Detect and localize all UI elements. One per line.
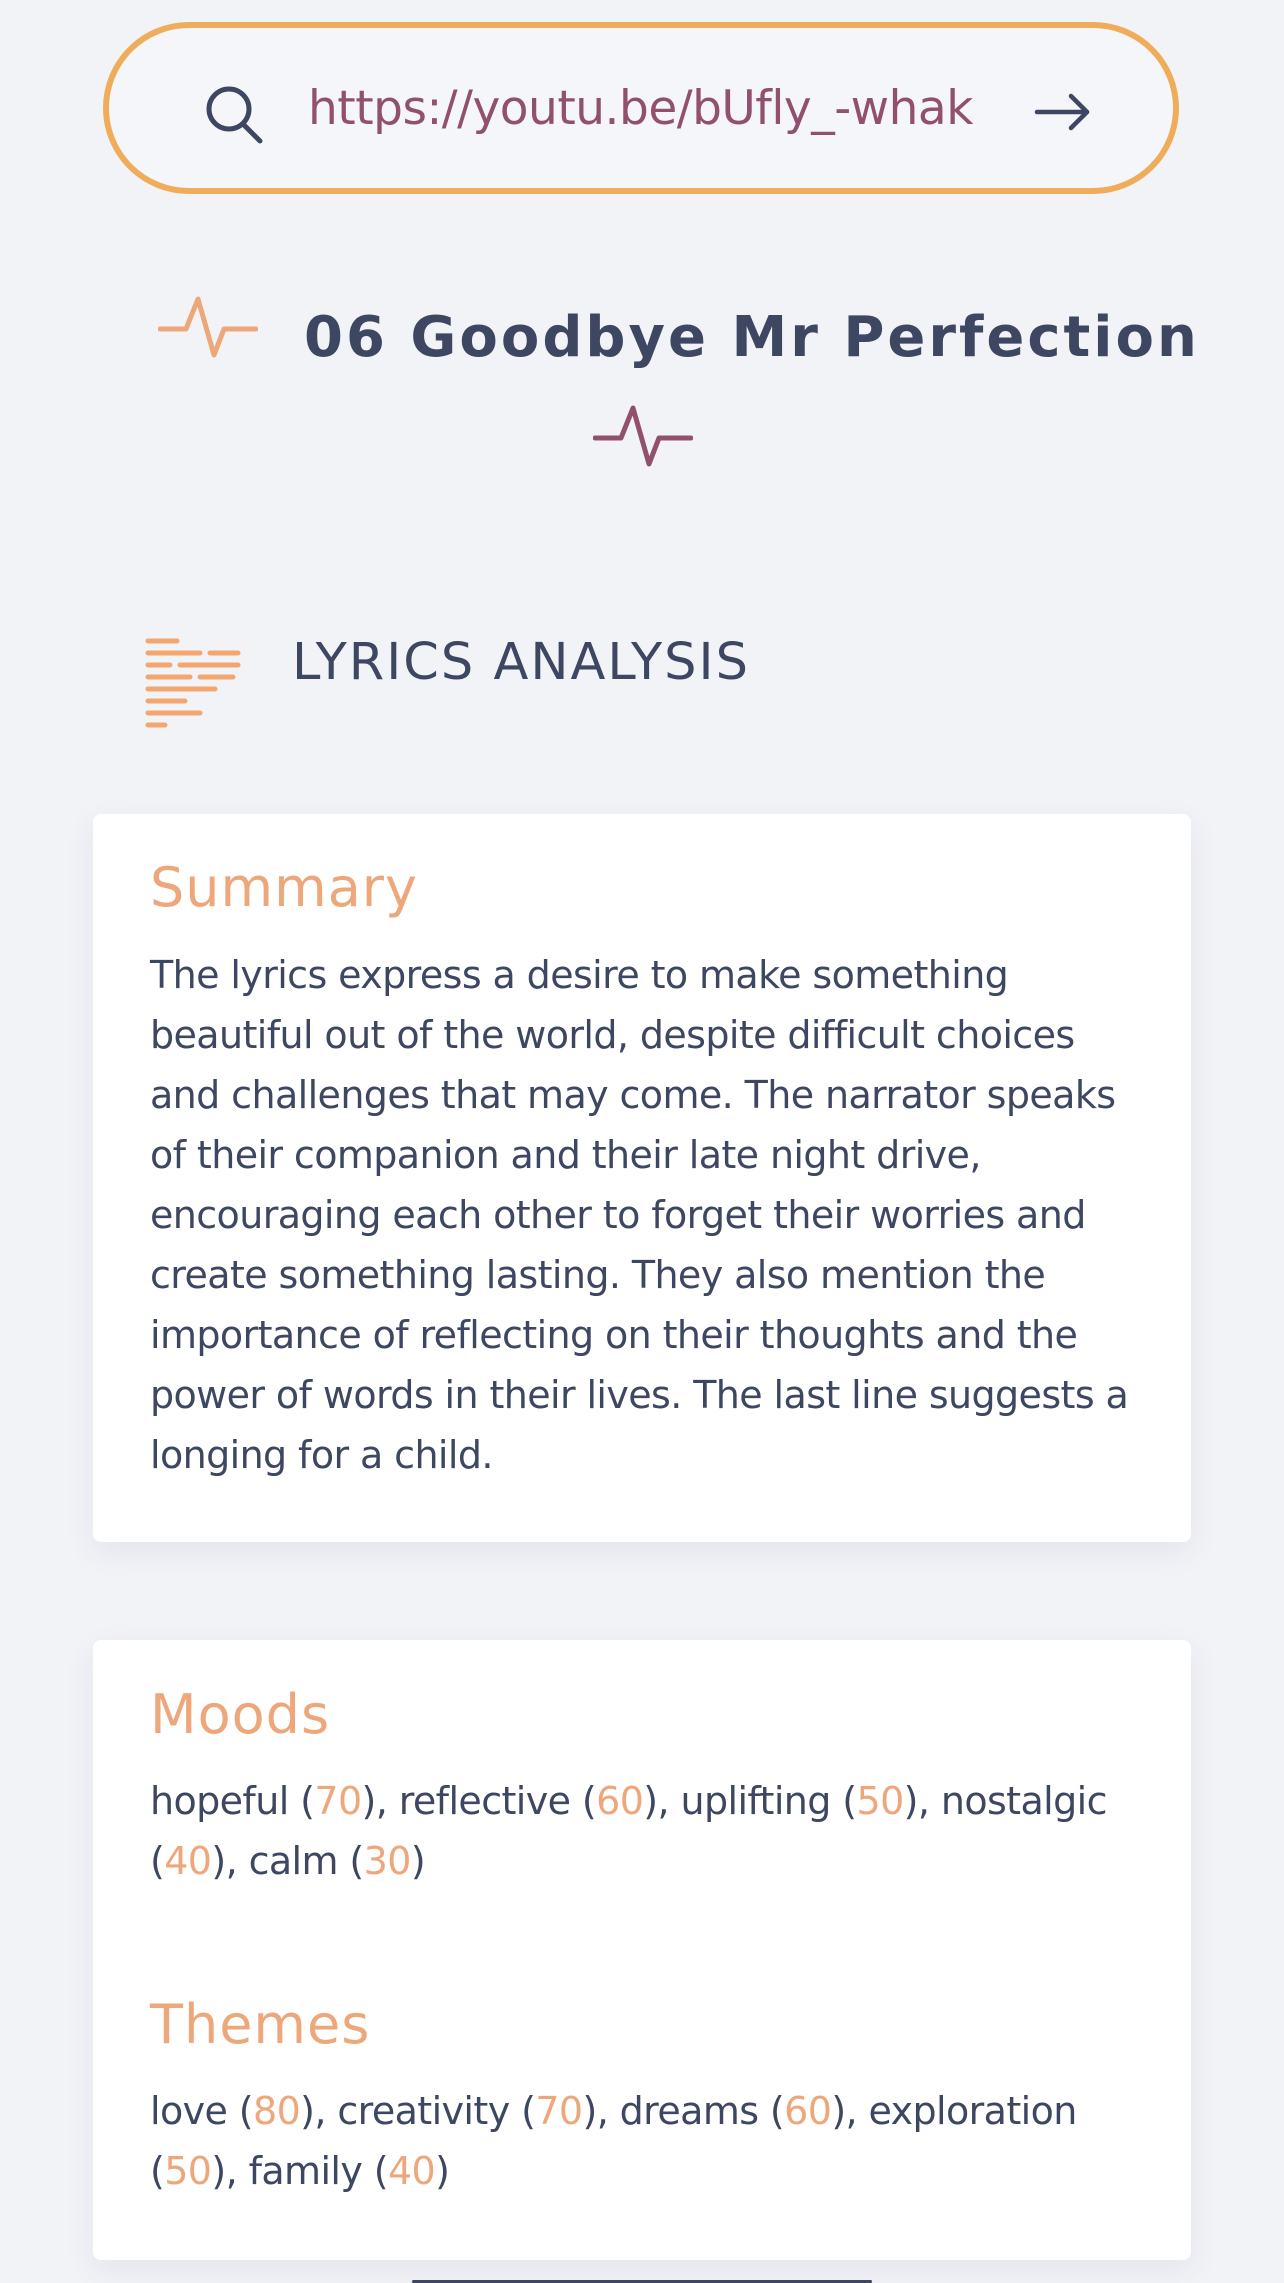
theme-item: creativity (70),: [337, 2089, 620, 2133]
mood-item: uplifting (50),: [680, 1779, 941, 1823]
pulse-icon: [158, 296, 258, 358]
theme-item: love (80),: [150, 2089, 338, 2133]
moods-heading: Moods: [150, 1683, 331, 1746]
mood-score: 40: [164, 1839, 212, 1883]
lyrics-analysis-heading: LYRICS ANALYSIS: [0, 625, 1284, 735]
song-title-row: 06 Goodbye Mr Perfection: [0, 285, 1284, 485]
url-search-bar: [103, 22, 1179, 194]
theme-score: 40: [387, 2149, 436, 2193]
summary-text: The lyrics express a desire to make some…: [150, 953, 1129, 1477]
summary-card: Summary The lyrics express a desire to m…: [93, 814, 1191, 1542]
mood-score: 60: [596, 1779, 644, 1823]
themes-list: love (80), creativity (70), dreams (60),…: [150, 2081, 1150, 2201]
mood-score: 50: [856, 1779, 905, 1823]
summary-heading: Summary: [150, 856, 418, 919]
theme-item: family (40): [248, 2149, 450, 2193]
theme-score: 50: [164, 2149, 212, 2193]
arrow-right-icon: [1034, 93, 1090, 131]
mood-item: reflective (60),: [398, 1779, 681, 1823]
moods-themes-card: Moods hopeful (70), reflective (60), upl…: [93, 1640, 1191, 2260]
mood-item: calm (30): [248, 1839, 426, 1883]
url-input[interactable]: [308, 78, 1068, 138]
section-title: LYRICS ANALYSIS: [292, 633, 750, 692]
submit-arrow-button[interactable]: [1025, 74, 1101, 150]
pulse-icon: [593, 405, 693, 467]
mood-score: 70: [314, 1779, 362, 1823]
lines-icon: [145, 638, 241, 728]
themes-heading: Themes: [150, 1993, 371, 2056]
theme-score: 70: [535, 2089, 583, 2133]
theme-item: dreams (60),: [619, 2089, 869, 2133]
theme-score: 80: [253, 2089, 301, 2133]
mood-score: 30: [363, 1839, 412, 1883]
search-icon: [206, 86, 263, 144]
theme-score: 60: [784, 2089, 832, 2133]
mood-item: hopeful (70),: [150, 1779, 399, 1823]
song-title: 06 Goodbye Mr Perfection: [304, 305, 1200, 370]
moods-list: hopeful (70), reflective (60), uplifting…: [150, 1771, 1150, 1891]
